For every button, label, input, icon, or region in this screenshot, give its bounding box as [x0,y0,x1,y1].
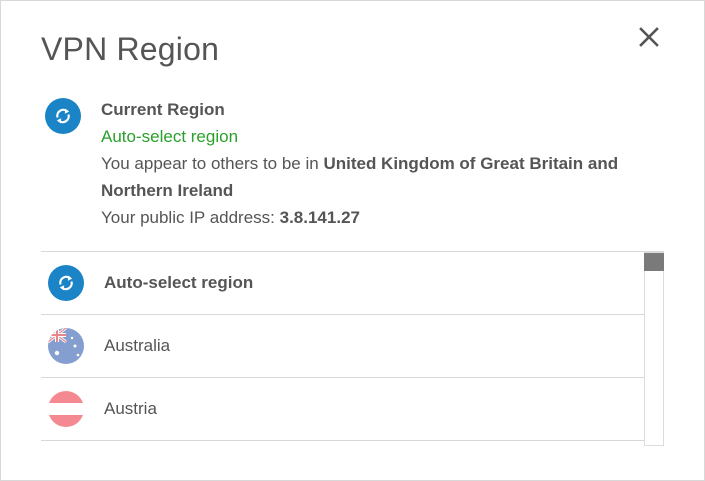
ip-prefix: Your public IP address: [101,208,280,227]
region-list-scrollbar[interactable] [644,252,664,446]
list-item-austria[interactable]: Austria [41,378,644,441]
close-icon [639,27,659,47]
current-region-heading: Current Region [101,100,225,119]
current-region-panel: Current Region Auto-select region You ap… [41,96,661,231]
austria-flag-icon [48,391,84,427]
list-item-label: Auto-select region [104,273,254,292]
current-region-status: Auto-select region [101,127,239,146]
list-item-auto-select[interactable]: Auto-select region [41,252,644,315]
sync-icon [45,98,81,134]
region-list[interactable]: Auto-select region Australia Austria [41,251,664,446]
close-button[interactable] [633,21,665,53]
page-title: VPN Region [41,31,220,67]
list-item-australia[interactable]: Australia [41,315,644,378]
australia-flag-icon [48,328,84,364]
ip-value: 3.8.141.27 [279,208,360,227]
list-item-label: Australia [104,336,171,355]
appear-location-text: You appear to others to be in United Kin… [101,150,661,204]
sync-icon [48,265,84,301]
vpn-region-dialog: VPN Region Current Region Auto-select re… [0,0,705,481]
appear-prefix: You appear to others to be in [101,154,324,173]
public-ip-text: Your public IP address: 3.8.141.27 [101,204,661,231]
scrollbar-thumb[interactable] [644,253,664,271]
list-item-label: Austria [104,399,157,418]
